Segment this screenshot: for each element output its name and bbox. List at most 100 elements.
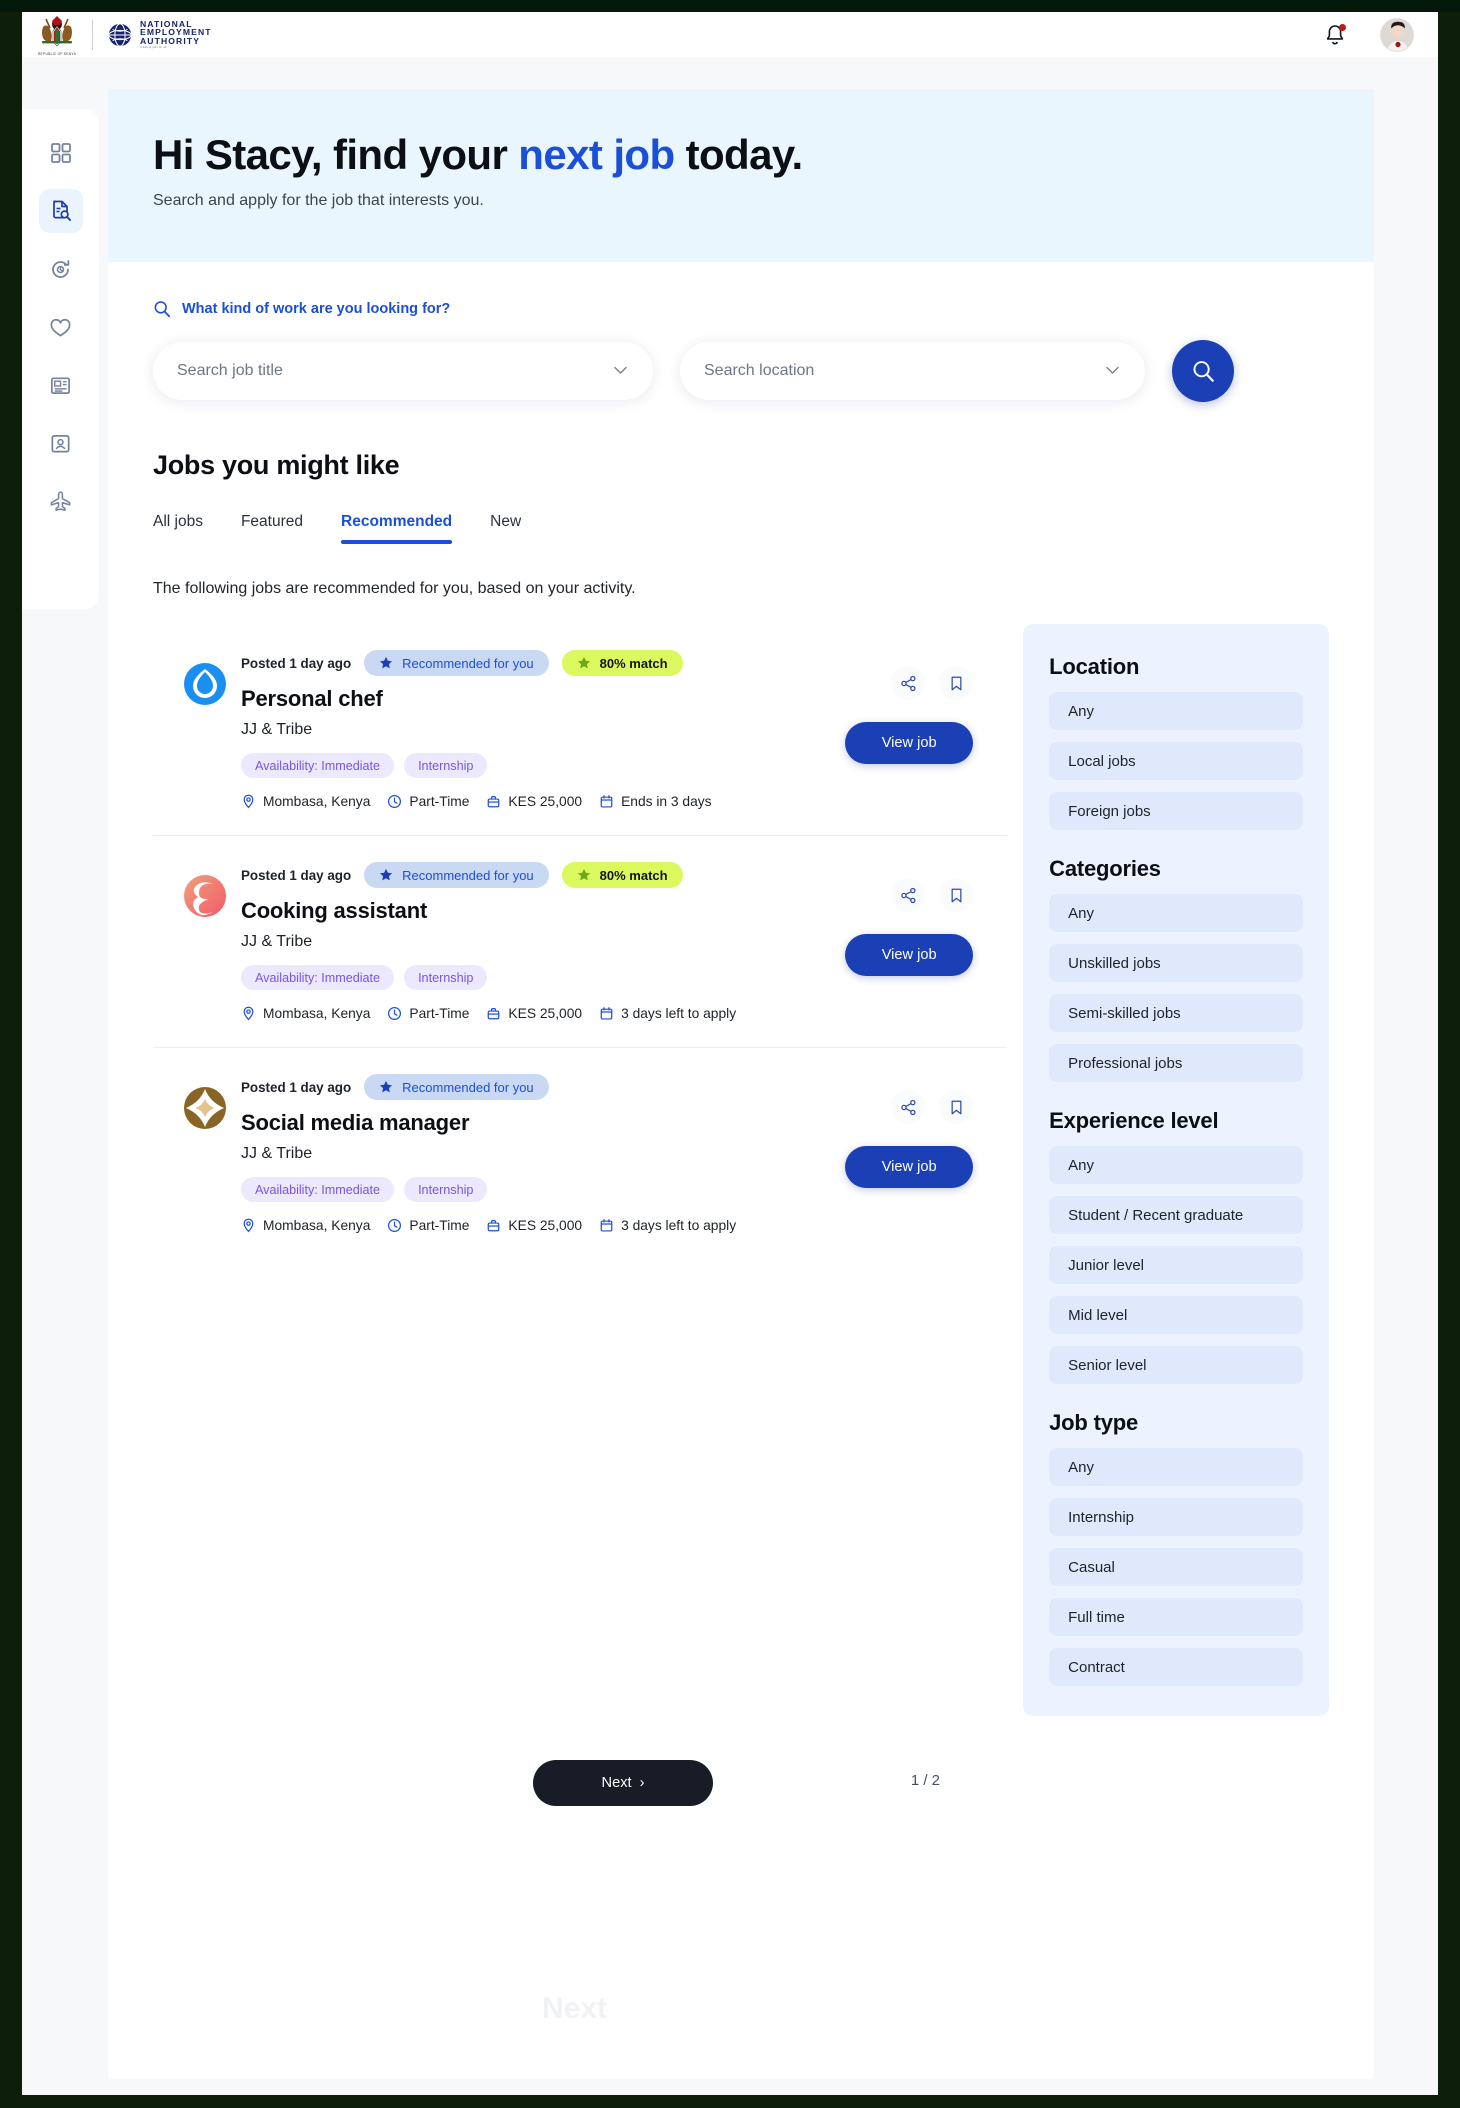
- bookmark-icon: [951, 1100, 962, 1114]
- briefcase-icon: [488, 1008, 500, 1020]
- job-company: JJ & Tribe: [241, 1145, 313, 1162]
- filter-option[interactable]: Senior level: [1049, 1346, 1303, 1384]
- job-card-body: Posted 1 day ago Recommended for you Soc…: [241, 1074, 823, 1233]
- chevron-down-icon[interactable]: [614, 362, 627, 380]
- jobs-grid: Posted 1 day ago Recommended for you 80%…: [153, 624, 1329, 1716]
- chevron-down-icon[interactable]: [1106, 362, 1119, 380]
- job-schedule-text: Part-Time: [409, 1006, 470, 1021]
- filter-option[interactable]: Foreign jobs: [1049, 792, 1303, 830]
- jobs-section: Jobs you might like All jobs Featured Re…: [108, 402, 1374, 1806]
- nea-tagline: Creating jobs for all: [140, 45, 167, 49]
- star-icon: [577, 868, 590, 881]
- job-card-body: Posted 1 day ago Recommended for you 80%…: [241, 862, 823, 1021]
- job-card[interactable]: Posted 1 day ago Recommended for you 80%…: [153, 624, 1008, 836]
- header-actions: [1324, 17, 1438, 52]
- search-location-input[interactable]: [704, 362, 1121, 380]
- search-submit-button[interactable]: [1172, 340, 1234, 402]
- search-icon: [1192, 360, 1214, 382]
- filter-option[interactable]: Internship: [1049, 1498, 1303, 1536]
- filter-group-job-type: Job type Any Internship Casual Full time…: [1049, 1410, 1303, 1686]
- filter-option[interactable]: Mid level: [1049, 1296, 1303, 1334]
- filter-option[interactable]: Unskilled jobs: [1049, 944, 1303, 982]
- refresh-history-icon: [52, 259, 70, 278]
- tab-new[interactable]: New: [490, 513, 521, 544]
- job-title: Social media manager: [241, 1110, 470, 1135]
- filter-option[interactable]: Semi-skilled jobs: [1049, 994, 1303, 1032]
- bookmark-icon: [951, 888, 962, 902]
- job-deadline: 3 days left to apply: [599, 1218, 736, 1233]
- avatar[interactable]: [1380, 17, 1414, 52]
- filter-option[interactable]: Local jobs: [1049, 742, 1303, 780]
- tab-featured[interactable]: Featured: [241, 513, 303, 544]
- job-location: Mombasa, Kenya: [241, 794, 370, 809]
- job-title: Personal chef: [241, 686, 383, 711]
- tab-recommended[interactable]: Recommended: [341, 513, 453, 544]
- job-card[interactable]: Posted 1 day ago Recommended for you 80%…: [153, 836, 1008, 1048]
- job-salary: KES 25,000: [486, 794, 582, 809]
- view-job-button[interactable]: View job: [845, 722, 974, 764]
- sidebar-item-profile[interactable]: [39, 421, 83, 465]
- briefcase-icon: [488, 796, 500, 808]
- filter-option[interactable]: Any: [1049, 894, 1303, 932]
- share-button[interactable]: [891, 1090, 926, 1124]
- match-badge: 80% match: [561, 650, 683, 676]
- share-icon: [900, 887, 916, 903]
- map-pin-icon: [243, 794, 254, 809]
- filter-option[interactable]: Casual: [1049, 1548, 1303, 1586]
- search-label: What kind of work are you looking for?: [182, 301, 451, 317]
- app-surface: Hi Stacy, find your next job today. Sear…: [22, 57, 1438, 2095]
- bookmark-button[interactable]: [939, 666, 974, 700]
- window-top-strip: [0, 0, 1460, 12]
- sidebar-item-dashboard[interactable]: [39, 131, 83, 175]
- star-icon: [380, 656, 393, 669]
- sidebar-item-saved[interactable]: [39, 305, 83, 349]
- job-meta-row: Mombasa, Kenya Part-Time KES 25,000: [241, 1006, 823, 1021]
- sidebar-item-travel[interactable]: [39, 479, 83, 523]
- sidebar-item-applications[interactable]: [39, 247, 83, 291]
- blue-drop-logo-icon: [184, 663, 226, 705]
- hero-subtitle: Search and apply for the job that intere…: [153, 192, 484, 209]
- job-tag-type: Internship: [404, 965, 488, 990]
- filter-option[interactable]: Any: [1049, 1448, 1303, 1486]
- share-button[interactable]: [891, 878, 926, 912]
- job-posted-date: Posted 1 day ago: [241, 1079, 352, 1095]
- search-job-input[interactable]: [177, 362, 629, 380]
- briefcase-icon: [488, 1220, 500, 1232]
- location-field[interactable]: [680, 342, 1145, 400]
- next-page-button[interactable]: Next ›: [533, 1760, 713, 1806]
- job-tag-availability: Availability: Immediate: [241, 965, 395, 990]
- job-title-field[interactable]: [153, 342, 653, 400]
- star-icon: [380, 1080, 393, 1093]
- job-tag-availability: Availability: Immediate: [241, 753, 395, 778]
- filter-option[interactable]: Full time: [1049, 1598, 1303, 1636]
- share-button[interactable]: [891, 666, 926, 700]
- job-tags: Availability: Immediate Internship: [241, 965, 823, 990]
- greeting-prefix: Hi Stacy, find your: [153, 131, 519, 178]
- job-schedule: Part-Time: [387, 1218, 469, 1233]
- bookmark-button[interactable]: [939, 878, 974, 912]
- filter-option[interactable]: Any: [1049, 692, 1303, 730]
- notifications-button[interactable]: [1324, 23, 1346, 47]
- tab-all-jobs[interactable]: All jobs: [153, 513, 203, 544]
- search-icon: [154, 301, 171, 318]
- filter-group-title: Categories: [1049, 856, 1161, 881]
- view-job-button[interactable]: View job: [845, 934, 974, 976]
- filter-option[interactable]: Any: [1049, 1146, 1303, 1184]
- filter-option[interactable]: Student / Recent graduate: [1049, 1196, 1303, 1234]
- sidebar-item-jobs[interactable]: [38, 189, 83, 233]
- job-card[interactable]: Posted 1 day ago Recommended for you Soc…: [153, 1048, 1008, 1259]
- document-search-icon: [52, 200, 71, 221]
- view-job-button[interactable]: View job: [845, 1146, 974, 1188]
- filter-option[interactable]: Junior level: [1049, 1246, 1303, 1284]
- sidebar-item-news[interactable]: [39, 363, 83, 407]
- bookmark-button[interactable]: [939, 1090, 974, 1124]
- company-logo: [183, 1086, 227, 1130]
- brand-lockup: REPUBLIC OF KENYA NATIONAL EMPLOYMENT AU…: [22, 15, 212, 56]
- job-deadline-text: 3 days left to apply: [621, 1006, 737, 1021]
- filter-option[interactable]: Contract: [1049, 1648, 1303, 1686]
- job-location-text: Mombasa, Kenya: [263, 794, 371, 809]
- job-company: JJ & Tribe: [241, 721, 313, 738]
- filter-option[interactable]: Professional jobs: [1049, 1044, 1303, 1082]
- jobs-section-title: Jobs you might like: [153, 450, 400, 480]
- star-icon: [380, 868, 393, 881]
